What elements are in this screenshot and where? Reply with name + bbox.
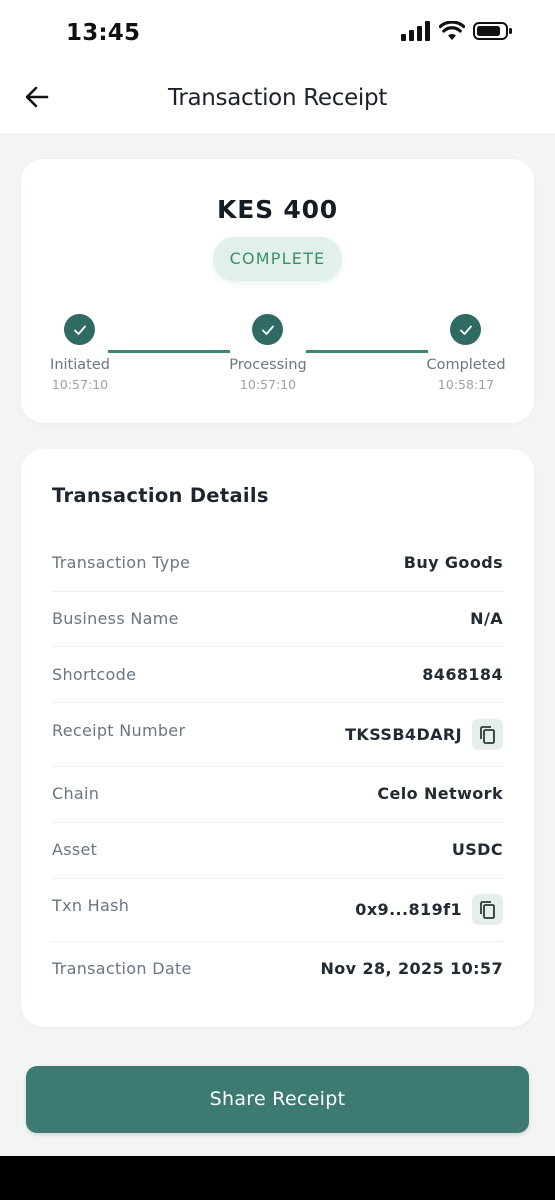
divider [52, 822, 503, 823]
detail-label: Asset [52, 840, 98, 859]
page-title: Transaction Receipt [167, 85, 388, 111]
detail-value: USDC [451, 840, 503, 859]
copy-icon [479, 725, 495, 744]
divider [52, 702, 503, 703]
divider [52, 766, 503, 767]
detail-value: Celo Network [377, 784, 503, 803]
check-icon [459, 325, 472, 335]
copy-icon [479, 900, 495, 919]
divider [52, 591, 503, 592]
bottom-bar [0, 1156, 555, 1200]
detail-label: Shortcode [52, 665, 137, 684]
section-title: Transaction Details [52, 484, 269, 507]
detail-value: 8468184 [422, 665, 503, 684]
detail-label: Transaction Date [52, 959, 192, 978]
step-processing [252, 314, 283, 345]
detail-label: Business Name [52, 609, 179, 628]
step-label: Completed [426, 357, 506, 373]
detail-value: 0x9...819f1 [355, 900, 462, 919]
battery-icon [473, 22, 512, 40]
transaction-summary-card: KES 400 COMPLETE Initiated 10:57:10 Proc… [21, 159, 534, 423]
status-time: 13:45 [66, 20, 141, 46]
status-bar: 13:45 [0, 0, 555, 66]
progress-line-2 [306, 350, 428, 353]
check-icon [261, 325, 274, 335]
copy-txn-hash-button[interactable] [472, 894, 503, 925]
detail-label: Receipt Number [52, 721, 186, 740]
cellular-signal-icon [401, 21, 430, 41]
status-icons [401, 21, 513, 41]
detail-label: Txn Hash [52, 896, 130, 915]
divider [52, 941, 503, 942]
check-icon [73, 325, 86, 335]
detail-value: Buy Goods [403, 553, 503, 572]
progress-line-1 [108, 350, 230, 353]
step-completed [450, 314, 481, 345]
copy-receipt-number-button[interactable] [472, 719, 503, 750]
detail-value: N/A [470, 609, 503, 628]
share-receipt-button[interactable]: Share Receipt [26, 1066, 529, 1133]
step-time: 10:57:10 [51, 377, 109, 392]
detail-label: Transaction Type [52, 553, 191, 572]
step-label: Processing [229, 357, 307, 373]
step-time: 10:57:10 [239, 377, 297, 392]
detail-label: Chain [52, 784, 100, 803]
step-time: 10:58:17 [437, 377, 495, 392]
divider [52, 646, 503, 647]
transaction-details-card: Transaction Details Transaction Type Buy… [21, 449, 534, 1027]
step-initiated [64, 314, 95, 345]
detail-value: Nov 28, 2025 10:57 [320, 959, 503, 978]
detail-value: TKSSB4DARJ [345, 725, 462, 744]
divider [52, 878, 503, 879]
status-badge: COMPLETE [213, 237, 342, 281]
step-label: Initiated [50, 357, 110, 373]
transaction-amount: KES 400 [217, 195, 338, 224]
wifi-icon [439, 21, 465, 40]
header: Transaction Receipt [0, 66, 555, 133]
